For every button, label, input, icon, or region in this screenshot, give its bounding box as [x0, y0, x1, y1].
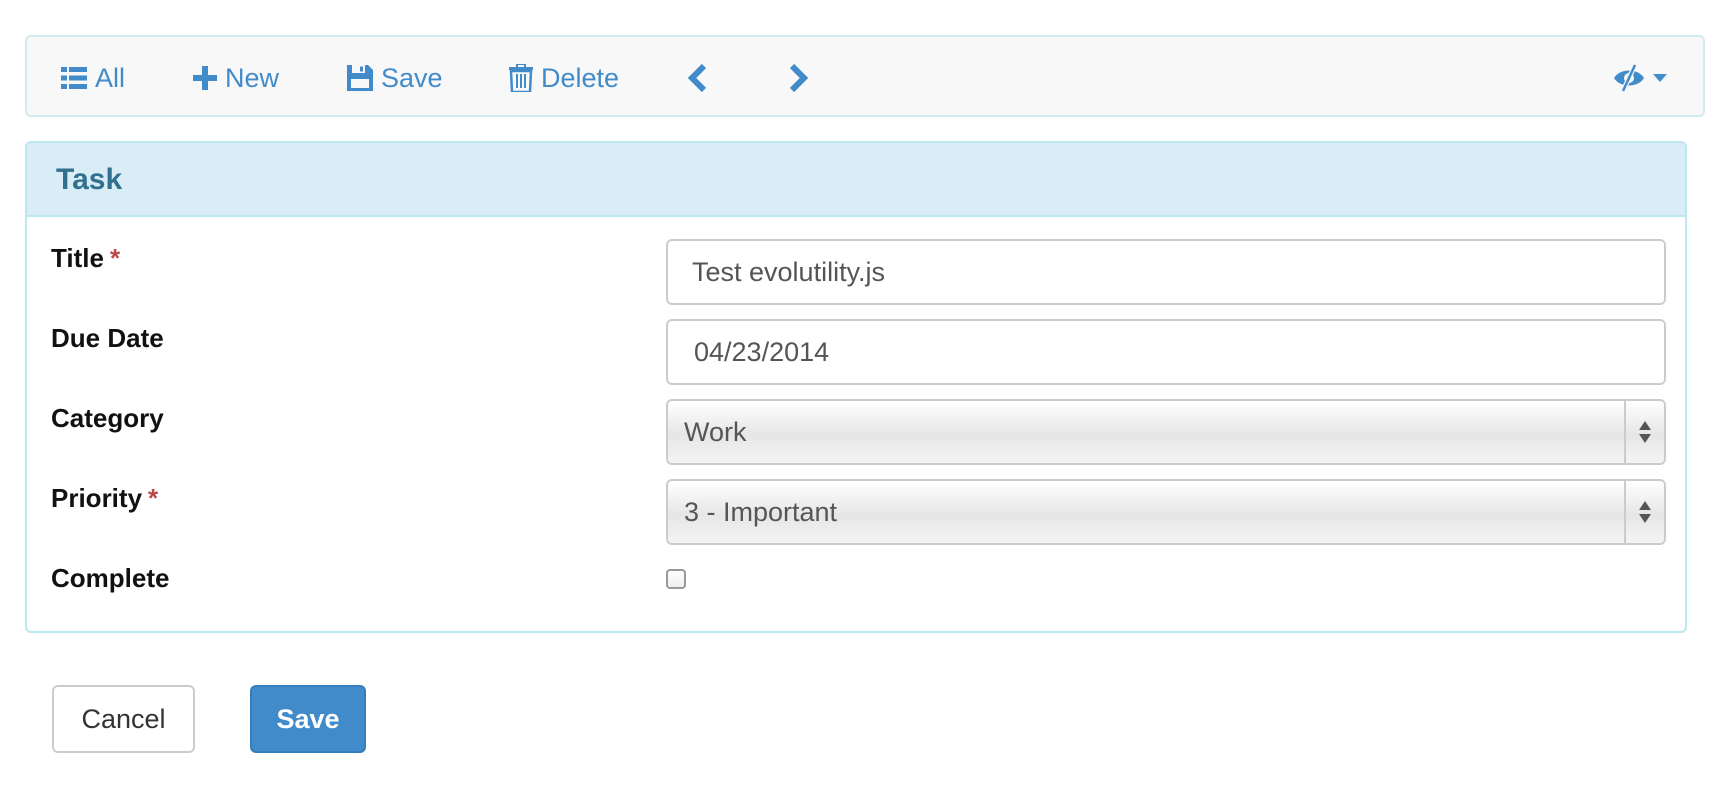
- task-edit-page: All New Save Delete Task Title * Test ev…: [0, 0, 1730, 792]
- due-date-label: Due Date: [51, 323, 164, 354]
- title-label: Title *: [51, 243, 120, 274]
- priority-label: Priority *: [51, 483, 158, 514]
- new-button-label: New: [225, 62, 280, 93]
- toolbar: All New Save Delete: [25, 35, 1705, 117]
- save-button[interactable]: Save: [250, 685, 366, 753]
- required-marker: *: [109, 243, 121, 273]
- task-panel: Task Title * Test evolutility.js Due Date…: [25, 141, 1687, 633]
- due-date-input[interactable]: 04/23/2014: [666, 319, 1666, 385]
- chevron-right-icon: [787, 64, 809, 92]
- next-button[interactable]: [787, 63, 809, 93]
- new-button[interactable]: New: [193, 63, 279, 93]
- due-date-label-text: Due Date: [51, 323, 164, 353]
- title-label-text: Title: [51, 243, 104, 273]
- select-arrows-icon: [1624, 401, 1664, 463]
- priority-select[interactable]: 3 - Important: [666, 479, 1666, 545]
- priority-label-text: Priority: [51, 483, 143, 513]
- chevron-left-icon: [687, 64, 709, 92]
- list-icon: [61, 66, 87, 90]
- toolbar-save-label: Save: [381, 62, 443, 93]
- priority-selected-value: 3 - Important: [684, 496, 838, 527]
- category-selected-value: Work: [684, 416, 747, 447]
- panel-heading: Task: [27, 143, 1685, 217]
- complete-checkbox[interactable]: [666, 569, 686, 589]
- complete-label: Complete: [51, 563, 169, 594]
- due-date-input-value: 04/23/2014: [694, 336, 830, 367]
- title-input[interactable]: Test evolutility.js: [666, 239, 1666, 305]
- category-label: Category: [51, 403, 164, 434]
- all-button-label: All: [95, 62, 126, 93]
- trash-icon: [509, 64, 533, 92]
- view-mode-dropdown[interactable]: [1613, 63, 1667, 93]
- caret-down-icon: [1653, 74, 1667, 82]
- required-marker: *: [148, 483, 159, 513]
- delete-button-label: Delete: [541, 62, 620, 93]
- save-button-label: Save: [276, 703, 340, 734]
- plus-icon: [193, 66, 217, 90]
- eye-slash-icon: [1613, 64, 1645, 92]
- all-button[interactable]: All: [61, 63, 125, 93]
- cancel-button-label: Cancel: [81, 703, 166, 734]
- category-select[interactable]: Work: [666, 399, 1666, 465]
- category-label-text: Category: [51, 403, 164, 433]
- floppy-disk-icon: [347, 65, 373, 91]
- complete-label-text: Complete: [51, 563, 170, 593]
- cancel-button[interactable]: Cancel: [52, 685, 195, 753]
- title-input-value: Test evolutility.js: [692, 256, 886, 287]
- toolbar-save-button[interactable]: Save: [347, 63, 443, 93]
- previous-button[interactable]: [687, 63, 709, 93]
- panel-title: Task: [56, 163, 123, 196]
- select-arrows-icon: [1624, 481, 1664, 543]
- delete-button[interactable]: Delete: [509, 63, 619, 93]
